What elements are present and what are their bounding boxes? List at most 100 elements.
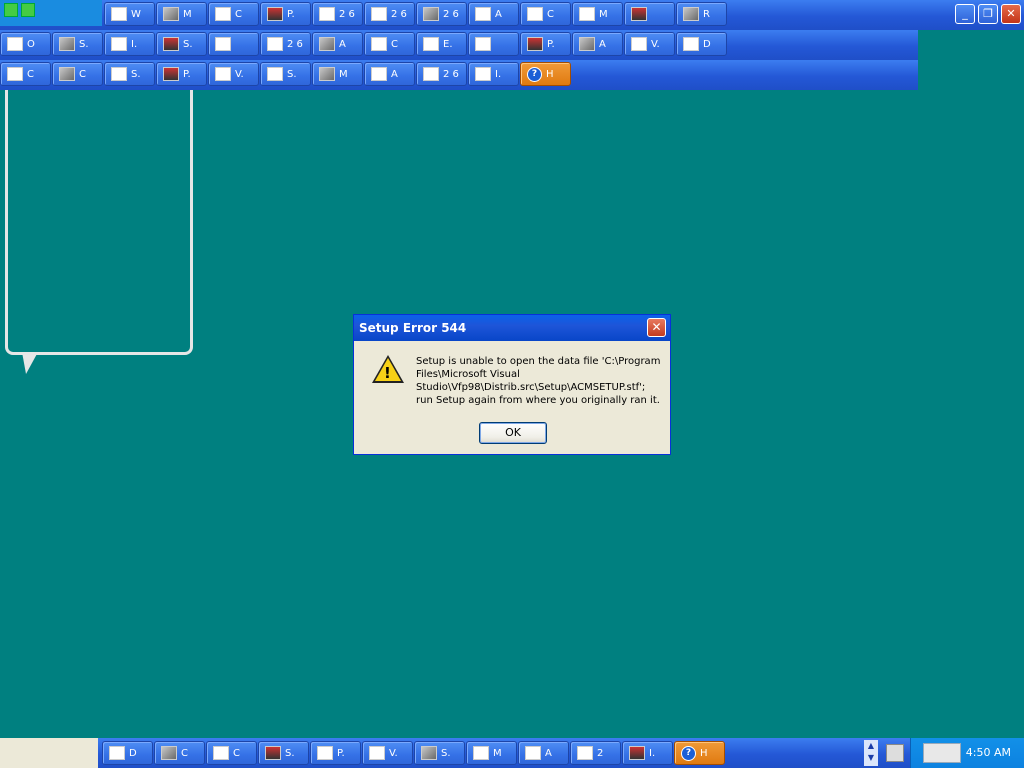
taskbar-button[interactable]: R — [676, 2, 727, 26]
taskbar-button[interactable]: C — [206, 741, 257, 765]
taskbar-button-label: 2 6 — [391, 8, 407, 20]
taskbar-button[interactable] — [208, 32, 259, 56]
taskbar-button[interactable]: I. — [468, 62, 519, 86]
taskbar-button[interactable]: D — [676, 32, 727, 56]
dialog-title: Setup Error 544 — [359, 321, 467, 335]
tray-box[interactable] — [923, 743, 961, 763]
taskbar-button-label: C — [181, 747, 188, 759]
taskbar-button-label: S. — [441, 747, 451, 759]
taskbar-scroll-arrows[interactable]: ▲ ▼ — [864, 740, 878, 766]
start-area[interactable] — [0, 738, 98, 768]
help-icon: ? — [527, 66, 542, 82]
taskbar-button-label: M — [599, 8, 608, 20]
taskbar-button-label: S. — [183, 38, 193, 50]
taskbar-button-label: M — [493, 747, 502, 759]
taskbar-button[interactable]: A — [518, 741, 569, 765]
taskbar-button[interactable]: 2 6 — [260, 32, 311, 56]
taskbar-button[interactable]: 2 6 — [416, 62, 467, 86]
taskbar-button[interactable] — [624, 2, 675, 26]
restore-button[interactable]: ❐ — [978, 4, 998, 24]
setup-error-dialog: Setup Error 544 ✕ ! Setup is unable to o… — [353, 314, 671, 455]
taskbar-button[interactable]: M — [466, 741, 517, 765]
taskbar-button-label: W — [131, 8, 141, 20]
app-icon — [319, 67, 335, 81]
taskbar-button[interactable] — [468, 32, 519, 56]
taskbar-button[interactable]: S. — [104, 62, 155, 86]
taskbar-button[interactable]: ? H — [520, 62, 571, 86]
taskbar-button[interactable]: S. — [414, 741, 465, 765]
taskbar-button[interactable]: M — [156, 2, 207, 26]
taskbar-button[interactable]: I. — [104, 32, 155, 56]
taskbar-button-label: 2 6 — [339, 8, 355, 20]
taskbar-button[interactable]: S. — [156, 32, 207, 56]
taskbar-button[interactable]: S. — [260, 62, 311, 86]
taskbar-button[interactable]: C — [208, 2, 259, 26]
app-icon — [111, 37, 127, 51]
taskbar-button[interactable]: ? H — [674, 741, 725, 765]
taskbar-button[interactable]: V. — [208, 62, 259, 86]
taskbar-button-label: M — [339, 68, 348, 80]
help-icon: ? — [681, 745, 696, 761]
taskbar-button[interactable]: S. — [258, 741, 309, 765]
taskbar-button[interactable]: C — [0, 62, 51, 86]
taskbar-button[interactable]: A — [312, 32, 363, 56]
app-icon — [423, 67, 439, 81]
taskbar-button-label: A — [391, 68, 398, 80]
clock[interactable]: 4:50 AM — [966, 746, 1011, 759]
taskbar-button[interactable]: A — [468, 2, 519, 26]
taskbar-button[interactable]: W — [104, 2, 155, 26]
taskbar-button[interactable]: P. — [260, 2, 311, 26]
taskbar-button[interactable]: 2 6 — [312, 2, 363, 26]
taskbar-button[interactable]: P. — [520, 32, 571, 56]
taskbar-button[interactable]: A — [364, 62, 415, 86]
taskbar-button[interactable]: P. — [310, 741, 361, 765]
app-icon — [423, 7, 439, 21]
quick-launch-icon[interactable] — [21, 3, 35, 17]
balloon-tooltip — [5, 90, 193, 355]
taskbar-button[interactable]: S. — [52, 32, 103, 56]
taskbar-button[interactable]: 2 6 — [364, 2, 415, 26]
minimize-button[interactable]: _ — [955, 4, 975, 24]
taskbar-button-label: I. — [649, 747, 656, 759]
taskbar-button[interactable]: V. — [624, 32, 675, 56]
app-icon — [59, 67, 75, 81]
bottom-taskbar: D C C S. P. V. S. M A 2 I.? H ▲ ▼ 4:50 AM — [0, 738, 1024, 768]
app-icon — [475, 7, 491, 21]
taskbar-button[interactable]: C — [52, 62, 103, 86]
app-icon — [215, 37, 231, 51]
taskbar-button[interactable]: M — [312, 62, 363, 86]
taskbar-button-label: P. — [287, 8, 295, 20]
taskbar-button[interactable]: M — [572, 2, 623, 26]
app-icon — [215, 67, 231, 81]
taskbar-button-label: 2 6 — [287, 38, 303, 50]
taskbar-button[interactable]: E. — [416, 32, 467, 56]
taskbar-button[interactable]: D — [102, 741, 153, 765]
dialog-close-button[interactable]: ✕ — [647, 318, 666, 337]
app-icon — [683, 37, 699, 51]
app-icon — [265, 746, 281, 760]
taskbar-button[interactable]: A — [572, 32, 623, 56]
taskbar-button[interactable]: C — [154, 741, 205, 765]
taskbar-button-label: R — [703, 8, 710, 20]
taskbar-button[interactable]: C — [364, 32, 415, 56]
desktop-icon[interactable] — [4, 3, 18, 17]
taskbar-button-label: E. — [443, 38, 453, 50]
taskbar-button-label: A — [495, 8, 502, 20]
keyboard-icon[interactable] — [886, 744, 904, 762]
taskbar-button[interactable]: O — [0, 32, 51, 56]
taskbar-button-label: 2 6 — [443, 68, 459, 80]
dialog-titlebar[interactable]: Setup Error 544 ✕ — [354, 315, 670, 341]
taskbar-button[interactable]: P. — [156, 62, 207, 86]
taskbar-button[interactable]: C — [520, 2, 571, 26]
taskbar-button[interactable]: 2 6 — [416, 2, 467, 26]
taskbar-button-label: V. — [651, 38, 660, 50]
taskbar-button[interactable]: 2 — [570, 741, 621, 765]
taskbar-button[interactable]: V. — [362, 741, 413, 765]
ok-button[interactable]: OK — [479, 422, 547, 444]
taskbar-button-label: C — [233, 747, 240, 759]
taskbar-button[interactable]: I. — [622, 741, 673, 765]
app-icon — [527, 7, 543, 21]
close-button[interactable]: ✕ — [1001, 4, 1021, 24]
app-icon — [161, 746, 177, 760]
taskbar-button-label: H — [700, 747, 708, 759]
